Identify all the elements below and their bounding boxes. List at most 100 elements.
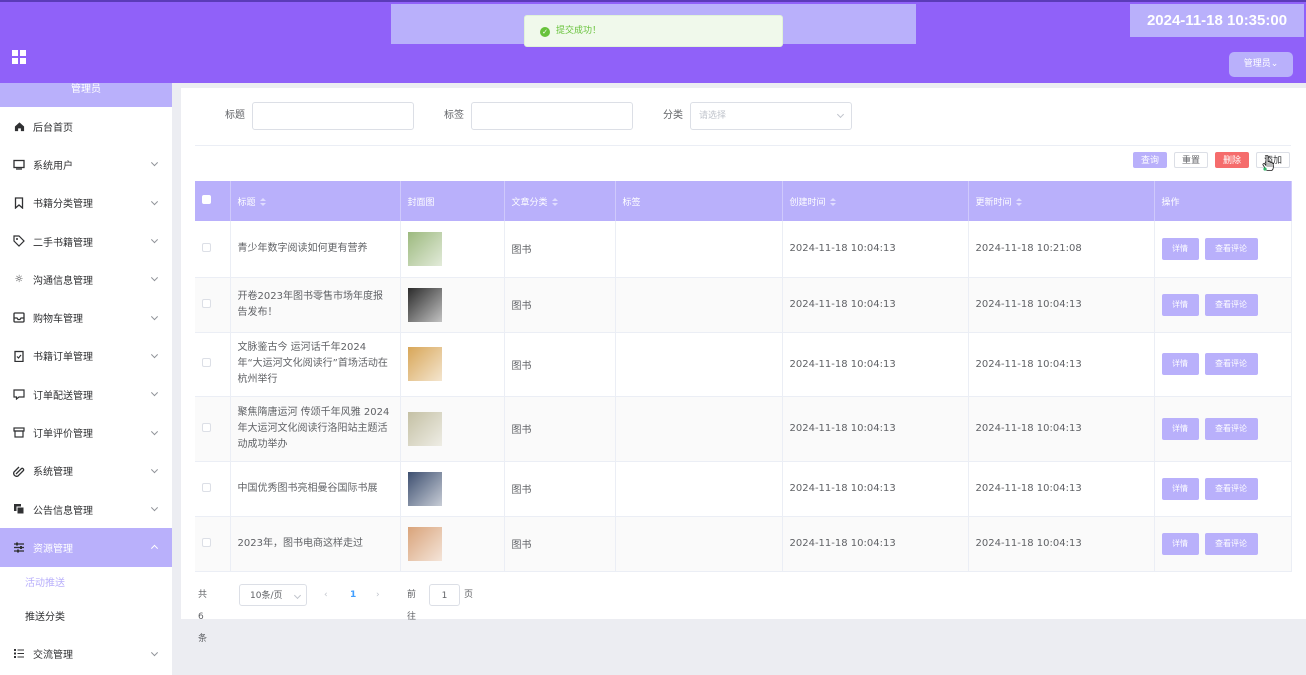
row-category: 图书 (504, 221, 616, 278)
title-filter-input[interactable] (252, 102, 414, 130)
sidebar-item-home[interactable]: 后台首页 (0, 107, 172, 145)
detail-button[interactable]: 详情 (1161, 477, 1199, 500)
row-select-cell[interactable] (195, 332, 231, 397)
tag-filter-input[interactable] (471, 102, 633, 130)
row-cover-cell (400, 332, 505, 397)
row-select-cell[interactable] (195, 516, 231, 572)
column-header-category[interactable]: 文章分类 (504, 181, 616, 221)
chevron-down-icon (150, 197, 159, 206)
row-category: 图书 (504, 516, 616, 572)
column-header-cover: 封面图 (400, 181, 505, 221)
paperclip-icon (13, 465, 25, 477)
row-updated: 2024-11-18 10:04:13 (968, 516, 1155, 572)
category-select[interactable]: 请选择 (690, 102, 852, 130)
column-header-actions: 操作 (1154, 181, 1292, 221)
sort-icon[interactable] (551, 197, 558, 206)
view-comments-button[interactable]: 查看评论 (1204, 532, 1258, 555)
detail-button[interactable]: 详情 (1161, 417, 1199, 440)
category-filter-label: 分类 (663, 110, 683, 121)
row-updated: 2024-11-18 10:04:13 (968, 332, 1155, 397)
prev-page-icon[interactable]: ‹ (324, 584, 328, 606)
message-icon (13, 388, 25, 400)
sidebar-item-cart[interactable]: 购物车管理 (0, 298, 172, 336)
cover-image (407, 411, 442, 446)
row-actions: 详情 查看评论 (1154, 277, 1292, 333)
sidebar-item-communication[interactable]: ☼ 沟通信息管理 (0, 260, 172, 298)
row-checkbox[interactable] (202, 482, 211, 492)
column-header-updated[interactable]: 更新时间 (968, 181, 1155, 221)
select-all-checkbox[interactable] (202, 195, 211, 204)
sidebar-item-book-orders[interactable]: 书籍订单管理 (0, 337, 172, 375)
view-comments-button[interactable]: 查看评论 (1204, 353, 1258, 375)
query-button[interactable]: 查询 (1133, 152, 1167, 168)
row-checkbox[interactable] (202, 422, 211, 432)
chevron-down-icon (150, 466, 159, 474)
row-created: 2024-11-18 10:04:13 (782, 277, 969, 333)
sidebar-item-delivery[interactable]: 订单配送管理 (0, 375, 172, 413)
goto-page-input[interactable]: 1 (429, 584, 460, 606)
row-select-cell[interactable] (195, 277, 231, 333)
admin-dropdown-button[interactable]: 管理员⌄ (1229, 52, 1293, 77)
view-comments-button[interactable]: 查看评论 (1204, 477, 1258, 500)
sidebar-item-system[interactable]: 系统管理 (0, 452, 172, 490)
title-filter-label: 标题 (225, 110, 245, 121)
view-comments-button[interactable]: 查看评论 (1204, 237, 1258, 260)
row-checkbox[interactable] (202, 358, 211, 367)
row-checkbox[interactable] (202, 242, 211, 252)
detail-button[interactable]: 详情 (1161, 293, 1199, 316)
delete-button[interactable]: 删除 (1215, 152, 1249, 168)
view-comments-button[interactable]: 查看评论 (1204, 293, 1258, 316)
sidebar-subitem-activity-push[interactable]: 活动推送 (0, 567, 172, 601)
sidebar-item-reviews[interactable]: 订单评价管理 (0, 413, 172, 451)
sidebar-item-label: 二手书籍管理 (33, 237, 93, 249)
sidebar-item-label: 公告信息管理 (33, 505, 93, 517)
row-checkbox[interactable] (202, 537, 211, 547)
row-category: 图书 (504, 396, 616, 462)
current-datetime: 2024-11-18 10:35:00 (1130, 4, 1304, 37)
row-created: 2024-11-18 10:04:13 (782, 332, 969, 397)
sidebar-item-label: 购物车管理 (33, 314, 83, 326)
sort-icon[interactable] (259, 197, 266, 206)
cover-image (407, 471, 442, 506)
sort-icon[interactable] (829, 197, 836, 206)
sidebar-item-exchange[interactable]: 交流管理 (0, 635, 172, 673)
detail-button[interactable]: 详情 (1161, 237, 1199, 260)
row-select-cell[interactable] (195, 396, 231, 462)
page-size-select[interactable]: 10条/页 (239, 584, 307, 606)
grid-menu-icon[interactable] (12, 50, 26, 64)
detail-button[interactable]: 详情 (1161, 353, 1199, 375)
tag-filter-label: 标签 (444, 110, 464, 121)
detail-button[interactable]: 详情 (1161, 532, 1199, 555)
sidebar-item-system-users[interactable]: 系统用户 (0, 145, 172, 183)
sidebar-item-resources[interactable]: 资源管理 (0, 528, 172, 567)
cover-image (407, 347, 442, 381)
chevron-down-icon (150, 312, 159, 320)
sidebar-subitem-push-category[interactable]: 推送分类 (0, 601, 172, 635)
page-number-current[interactable]: 1 (350, 584, 356, 606)
row-checkbox[interactable] (202, 298, 211, 308)
category-select-placeholder: 请选择 (699, 111, 727, 121)
sidebar-item-announcements[interactable]: 公告信息管理 (0, 490, 172, 528)
sidebar-item-used-books[interactable]: 二手书籍管理 (0, 222, 172, 260)
column-header-created[interactable]: 创建时间 (782, 181, 969, 221)
column-header-tag: 标签 (615, 181, 783, 221)
table-header-row: 标题 封面图 文章分类 标签 创建时间 更新时间 操作 (195, 181, 1292, 221)
goto-label: 前往 (407, 590, 417, 622)
row-select-cell[interactable] (195, 221, 231, 278)
sort-icon[interactable] (1015, 197, 1022, 206)
view-comments-button[interactable]: 查看评论 (1204, 417, 1258, 440)
row-select-cell[interactable] (195, 461, 231, 517)
inbox-icon (13, 312, 25, 324)
sliders-icon (13, 541, 25, 553)
column-header-title[interactable]: 标题 (230, 181, 401, 221)
next-page-icon[interactable]: › (376, 584, 380, 606)
copy-icon (13, 503, 25, 515)
row-created: 2024-11-18 10:04:13 (782, 221, 969, 278)
row-tag (615, 277, 783, 333)
row-created: 2024-11-18 10:04:13 (782, 396, 969, 462)
chevron-down-icon (150, 159, 159, 167)
sidebar-item-book-category[interactable]: 书籍分类管理 (0, 184, 172, 222)
select-all-cell[interactable] (195, 181, 231, 221)
row-title: 开卷2023年图书零售市场年度报告发布！ (230, 277, 401, 333)
reset-button[interactable]: 重置 (1174, 152, 1208, 168)
